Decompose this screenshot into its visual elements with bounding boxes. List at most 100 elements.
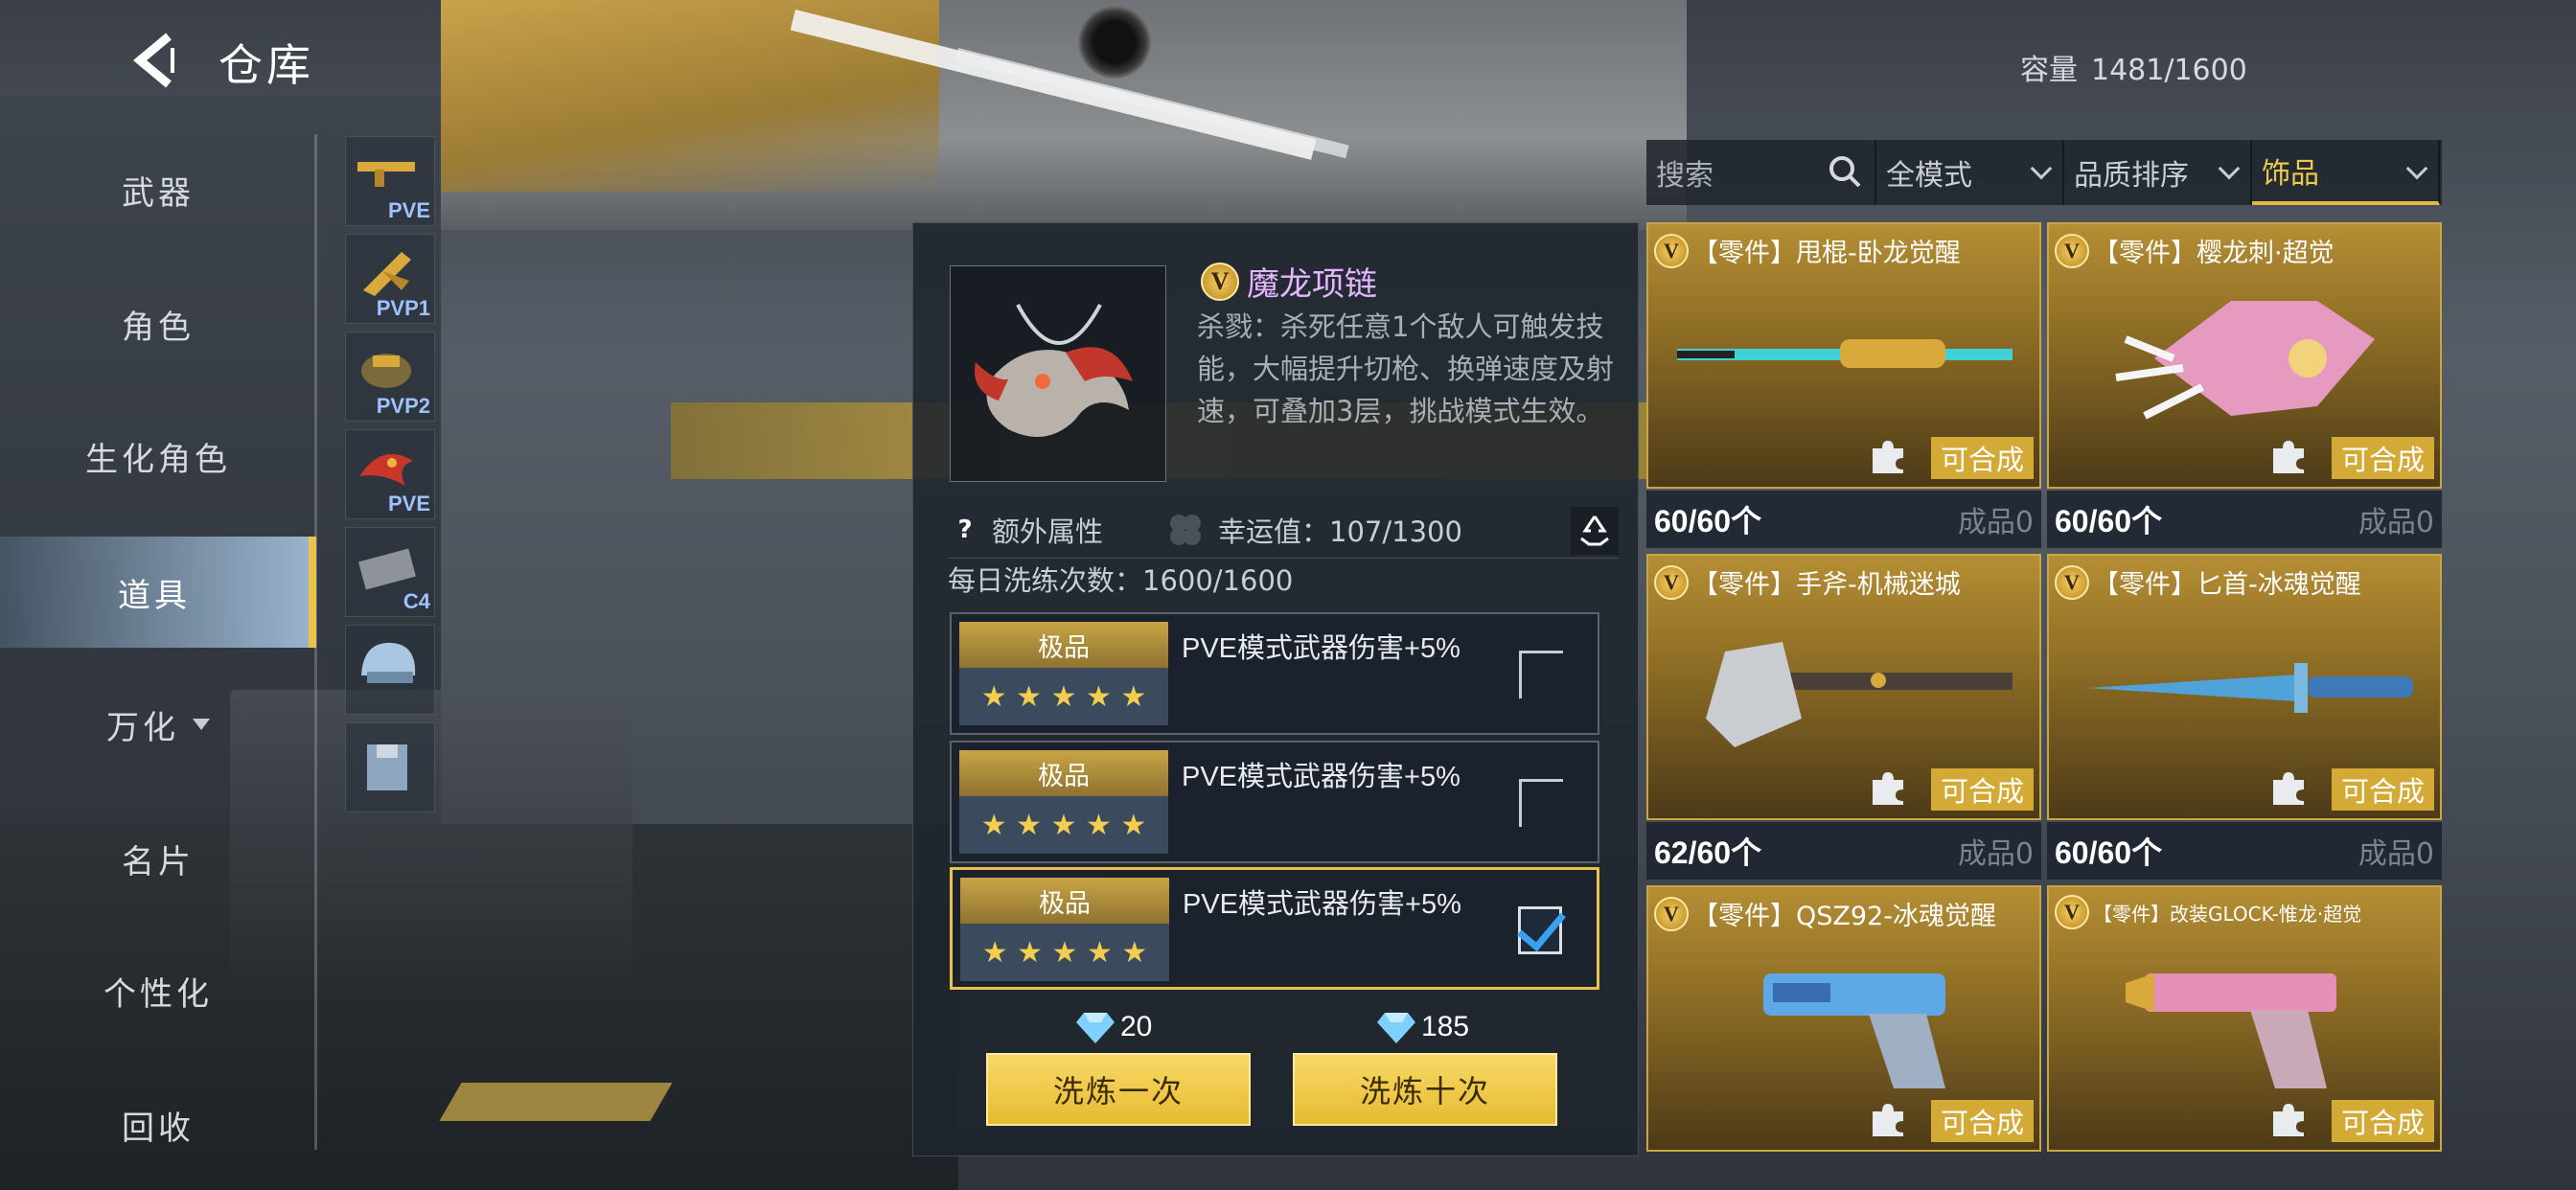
item-name-row: V 魔龙项链	[1201, 258, 1377, 305]
item-card[interactable]: V 【零件】匕首-冰魂觉醒 可合成	[2047, 554, 2442, 820]
item-thumb-strip: PVE PVP1 PVP2 PVE C4	[345, 136, 439, 820]
finished-count: 成品0	[1957, 837, 2034, 871]
refine-ten-button[interactable]: 洗炼十次	[1293, 1053, 1557, 1126]
cost-value: 20	[1120, 1011, 1153, 1042]
nav-label: 个性化	[104, 974, 213, 1014]
card-title-text: 【零件】甩棍-卧龙觉醒	[1692, 239, 1961, 268]
nav-label: 生化角色	[85, 440, 231, 479]
thumb-item[interactable]: PVP2	[345, 332, 435, 422]
category-value: 饰品	[2262, 157, 2319, 191]
thumb-label: PVE	[387, 198, 430, 222]
chevron-down-icon	[2030, 157, 2053, 180]
craftable-badge: 可合成	[2331, 437, 2434, 479]
background-ceiling-light	[954, 48, 1349, 159]
nav-item-personalize[interactable]: 个性化	[0, 935, 316, 1046]
help-icon[interactable]: ?	[948, 513, 982, 547]
cost-ten: 185	[1377, 1011, 1469, 1043]
nav-item-weapons[interactable]: 武器	[0, 134, 316, 245]
sort-dropdown[interactable]: 品质排序	[2064, 140, 2252, 205]
thumb-item[interactable]	[345, 625, 435, 715]
recycle-button[interactable]	[1571, 507, 1619, 555]
refine-once-button[interactable]: 洗炼一次	[986, 1053, 1251, 1126]
diamond-icon	[1076, 1013, 1115, 1043]
thumb-label: PVE	[387, 492, 430, 515]
card-footer: 60/60个 成品0	[1646, 491, 2041, 548]
item-card[interactable]: V 【零件】樱龙刺·超觉 可合成	[2047, 222, 2442, 489]
attribute-text: PVE模式武器伤害+5%	[1183, 889, 1461, 920]
dragon-claw-icon	[2115, 301, 2375, 420]
grade-box: 极品 ★ ★ ★ ★ ★	[959, 622, 1168, 725]
grade-label: 极品	[959, 750, 1168, 796]
search-placeholder: 搜索	[1656, 159, 1714, 193]
caret-down-icon	[193, 719, 210, 730]
nav-item-characters[interactable]: 角色	[0, 268, 316, 379]
thumb-item[interactable]	[345, 722, 435, 812]
header: 仓库	[0, 0, 441, 115]
item-card[interactable]: V 【零件】手斧-机械迷城 可合成	[1646, 554, 2041, 820]
thumb-item[interactable]: PVE	[345, 429, 435, 519]
capacity-display: 容量 1481/1600	[2020, 46, 2247, 88]
attribute-option[interactable]: 极品 ★ ★ ★ ★ ★ PVE模式武器伤害+5%	[950, 741, 1599, 863]
finished-count: 成品0	[1957, 506, 2034, 539]
card-title-text: 【零件】樱龙刺·超觉	[2093, 239, 2334, 268]
chevron-down-icon	[2405, 157, 2428, 180]
daily-refine-count: 每日洗练次数：1600/1600	[948, 564, 1294, 597]
attribute-option-selected[interactable]: 极品 ★ ★ ★ ★ ★ PVE模式武器伤害+5%	[950, 867, 1599, 990]
thumb-item[interactable]: C4	[345, 527, 435, 617]
nav-item-wanhua[interactable]: 万化	[0, 669, 316, 780]
attribute-checkbox[interactable]	[1519, 779, 1563, 827]
nav-label: 角色	[122, 308, 195, 347]
attribute-text: PVE模式武器伤害+5%	[1182, 762, 1460, 792]
item-image	[950, 265, 1166, 482]
glock-icon	[2126, 973, 2336, 1088]
v-badge-icon: V	[1654, 233, 1689, 268]
back-button[interactable]	[125, 27, 192, 94]
item-card[interactable]: V 【零件】改装GLOCK-惟龙·超觉 可合成	[2047, 885, 2442, 1152]
card-title: V 【零件】樱龙刺·超觉	[2055, 232, 2334, 269]
nav-item-props[interactable]: 道具	[0, 537, 316, 648]
c4-bomb-icon	[358, 548, 416, 590]
background-ceiling	[441, 0, 1687, 230]
craftable-badge: 可合成	[1930, 437, 2034, 479]
diamond-icon	[1377, 1013, 1415, 1043]
card-title: V 【零件】手斧-机械迷城	[1654, 563, 1961, 601]
item-card[interactable]: V 【零件】QSZ92-冰魂觉醒 可合成	[1646, 885, 2041, 1152]
attribute-checkbox[interactable]	[1519, 651, 1563, 698]
card-title-text: 【零件】QSZ92-冰魂觉醒	[1692, 902, 1996, 931]
search-input[interactable]: 搜索	[1646, 140, 1876, 205]
card-footer: 62/60个 成品0	[1646, 822, 2041, 880]
filter-bar: 搜索 全模式 品质排序 饰品	[1646, 140, 2442, 205]
craftable-badge: 可合成	[1930, 1100, 2034, 1142]
pistol-icon	[1763, 973, 1945, 1088]
item-card[interactable]: V 【零件】甩棍-卧龙觉醒 可合成	[1646, 222, 2041, 489]
background-ceiling-light	[790, 10, 1317, 160]
nav-item-cards[interactable]: 名片	[0, 803, 316, 914]
category-dropdown[interactable]: 饰品	[2252, 140, 2440, 205]
mode-dropdown[interactable]: 全模式	[1876, 140, 2064, 205]
nav-item-zombie-characters[interactable]: 生化角色	[0, 400, 316, 512]
grade-label: 极品	[960, 878, 1169, 924]
fragment-count: 60/60个	[2055, 835, 2163, 870]
attribute-option[interactable]: 极品 ★ ★ ★ ★ ★ PVE模式武器伤害+5%	[950, 612, 1599, 735]
item-description: 杀戮：杀死任意1个敌人可触发技能，大幅提升切枪、换弹速度及射速，可叠加3层，挑战…	[1197, 310, 1615, 427]
cost-value: 185	[1421, 1011, 1470, 1042]
v-badge-icon: V	[1654, 896, 1689, 931]
attribute-checkbox-checked[interactable]	[1518, 906, 1562, 954]
thumb-item[interactable]: PVP1	[345, 234, 435, 324]
item-detail-panel: V 魔龙项链 杀戮：杀死任意1个敌人可触发技能，大幅提升切枪、换弹速度及射速，可…	[912, 222, 1639, 1156]
extra-attr-row: ? 额外属性 幸运值：107/1300	[948, 501, 1619, 559]
fragment-count: 60/60个	[2055, 504, 2163, 538]
chevron-down-icon	[2218, 157, 2241, 180]
card-title-text: 【零件】匕首-冰魂觉醒	[2093, 570, 2361, 600]
nav-item-recycle[interactable]: 回收	[0, 1069, 316, 1180]
background-floor-stripe	[439, 1083, 673, 1121]
golden-gun-icon	[357, 162, 415, 187]
craftable-badge: 可合成	[2331, 768, 2434, 811]
thumb-item[interactable]: PVE	[345, 136, 435, 226]
card-title-text: 【零件】改装GLOCK-惟龙·超觉	[2093, 902, 2362, 926]
golden-claw-icon	[363, 252, 411, 296]
grade-stars: ★ ★ ★ ★ ★	[980, 808, 1147, 842]
puzzle-icon	[2273, 772, 2304, 805]
card-footer: 60/60个 成品0	[2047, 491, 2442, 548]
grade-stars: ★ ★ ★ ★ ★	[981, 935, 1148, 970]
